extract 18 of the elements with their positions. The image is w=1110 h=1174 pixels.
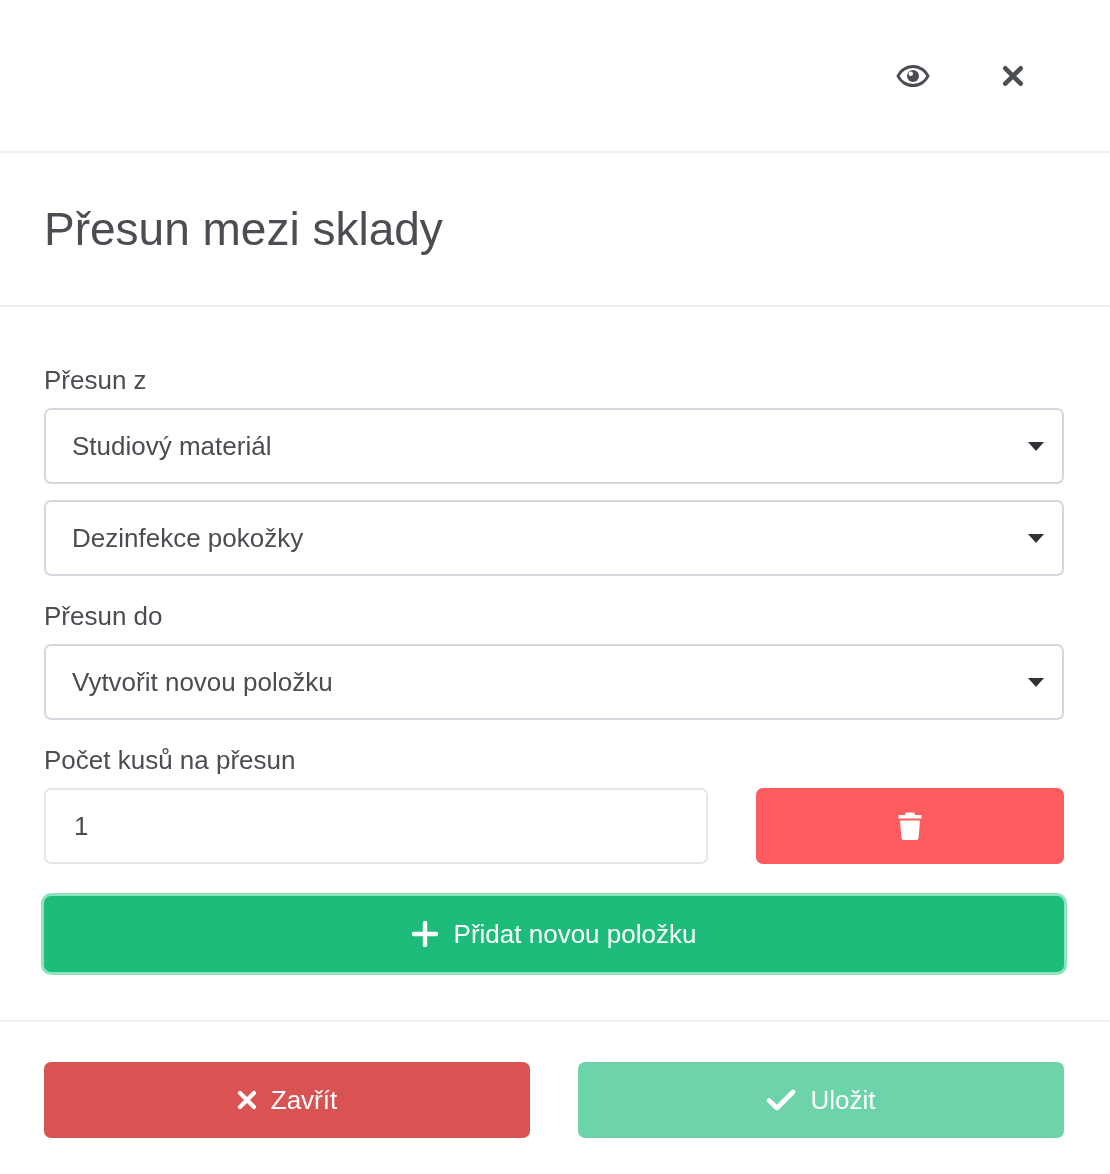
check-icon: [766, 1089, 797, 1111]
close-icon: [236, 1090, 257, 1110]
dialog-title: Přesun mezi sklady: [44, 202, 443, 257]
trash-icon: [898, 812, 922, 840]
plus-icon: [411, 921, 438, 947]
select-field[interactable]: Vytvořit novou položku: [44, 644, 1064, 720]
field-label: Počet kusů na přesun: [44, 744, 296, 776]
eye-icon: [896, 63, 930, 88]
field-label: Přesun z: [44, 364, 147, 396]
close-dialog-button[interactable]: Zavřít: [44, 1062, 530, 1138]
select-field[interactable]: Dezinfekce pokožky: [44, 500, 1064, 576]
field-label: Přesun do: [44, 600, 163, 632]
caret-icon: [1028, 533, 1044, 543]
select-field[interactable]: Studiový materiál: [44, 408, 1064, 484]
caret-icon: [1028, 677, 1044, 687]
close-icon: [1002, 64, 1024, 87]
caret-icon: [1028, 441, 1044, 451]
quantity-input-field[interactable]: 1: [44, 788, 708, 864]
